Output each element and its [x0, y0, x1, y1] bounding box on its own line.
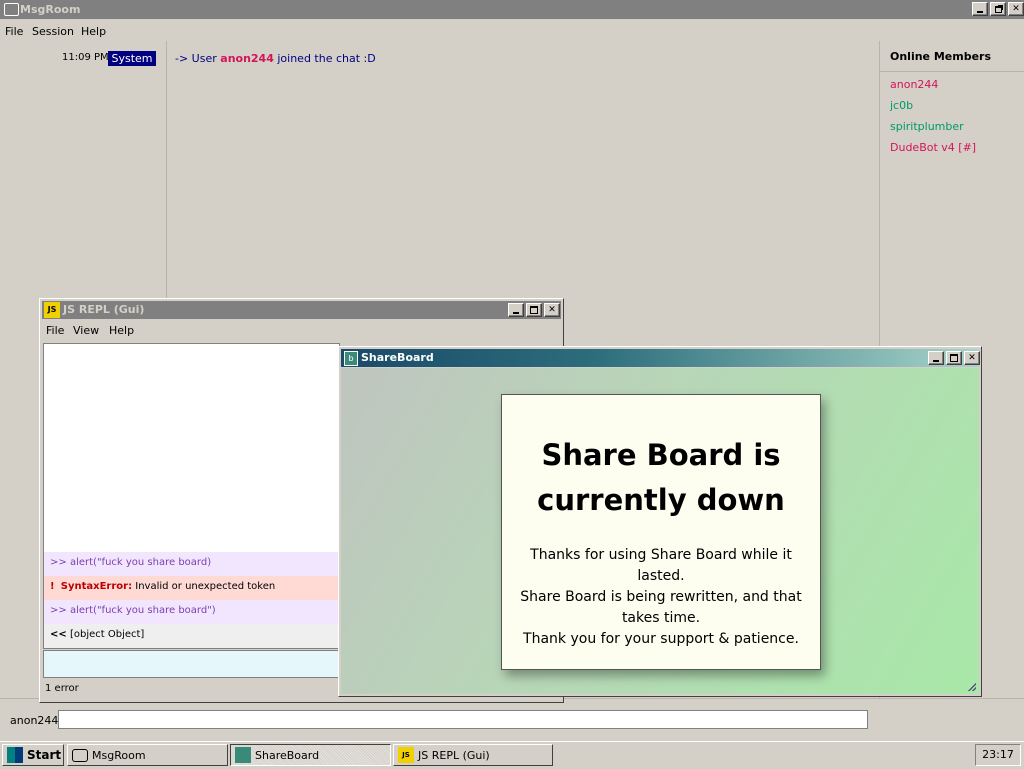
repl-title: JS REPL (Gui) — [63, 303, 145, 316]
repl-menubar: File View Help — [42, 319, 561, 341]
msgroom-titlebar[interactable]: MsgRoom — [0, 0, 1024, 19]
start-button[interactable]: Start — [2, 744, 64, 766]
shareboard-title: ShareBoard — [361, 351, 434, 364]
chat-icon — [4, 3, 19, 16]
input-text: alert("fuck you share board) — [69, 557, 212, 568]
taskbar-clock: 23:17 — [975, 744, 1021, 766]
menu-file[interactable]: File — [5, 25, 23, 38]
repl-maximize-button[interactable] — [526, 303, 542, 317]
output-marker: << — [50, 629, 67, 640]
member-item[interactable]: anon244 — [890, 78, 938, 91]
shareboard-titlebar[interactable]: b ShareBoard — [341, 349, 980, 367]
error-text: Invalid or unexpected token — [135, 581, 276, 592]
input-text: alert("fuck you share board") — [69, 605, 216, 616]
msgroom-menubar: File Session Help — [0, 20, 1024, 41]
repl-titlebar[interactable]: JS JS REPL (Gui) — [42, 301, 561, 319]
error-marker: ! — [50, 581, 55, 592]
message-line: Thanks for using Share Board while it la… — [530, 547, 792, 584]
message-suffix: joined the chat :D — [273, 52, 376, 65]
taskbar: Start MsgRoom ShareBoard JS JS REPL (Gui… — [0, 741, 1024, 769]
message-compose-bar: anon244 — [0, 698, 1024, 741]
repl-input-line: >> alert("fuck you share board) — [44, 552, 339, 576]
minimize-button[interactable] — [972, 2, 988, 16]
menu-help[interactable]: Help — [81, 25, 106, 38]
repl-minimize-button[interactable] — [508, 303, 524, 317]
msgroom-title: MsgRoom — [20, 3, 81, 16]
repl-menu-file[interactable]: File — [46, 324, 64, 337]
taskbar-js-repl[interactable]: JS JS REPL (Gui) — [393, 744, 553, 766]
message-line: Thank you for your support & patience. — [523, 631, 799, 647]
message-line: Share Board is being rewritten, and that… — [520, 589, 802, 626]
shareboard-icon: b — [344, 351, 358, 366]
resize-grip[interactable] — [968, 683, 976, 691]
chat-icon — [72, 748, 88, 762]
start-label: Start — [27, 748, 62, 762]
js-icon: JS — [398, 747, 414, 763]
close-button[interactable] — [1008, 2, 1024, 16]
taskbar-label: JS REPL (Gui) — [418, 748, 490, 762]
menu-session[interactable]: Session — [32, 25, 74, 38]
member-item[interactable]: jc0b — [890, 99, 913, 112]
members-divider — [880, 71, 1024, 72]
taskbar-label: MsgRoom — [92, 748, 146, 762]
repl-input-line: >> alert("fuck you share board") — [44, 600, 339, 624]
shareboard-message: Thanks for using Share Board while it la… — [516, 545, 806, 650]
repl-error-line: ! SyntaxError: Invalid or unexpected tok… — [44, 576, 339, 600]
compose-username: anon244 — [10, 714, 59, 727]
system-author-badge: System — [108, 51, 156, 66]
repl-menu-view[interactable]: View — [73, 324, 99, 337]
member-item[interactable]: spiritplumber — [890, 120, 964, 133]
shareboard-minimize-button[interactable] — [928, 351, 944, 365]
message-time: 11:09 PM — [62, 52, 109, 63]
message-user: anon244 — [220, 52, 274, 65]
start-icon — [7, 747, 23, 763]
shareboard-content: Share Board is currently down Thanks for… — [341, 368, 979, 694]
restore-button[interactable] — [990, 2, 1006, 16]
shareboard-window: b ShareBoard Share Board is currently do… — [338, 346, 982, 697]
input-marker: >> — [50, 557, 67, 568]
taskbar-shareboard[interactable]: ShareBoard — [230, 744, 391, 766]
member-item[interactable]: DudeBot v4 [#] — [890, 141, 976, 154]
members-heading: Online Members — [890, 50, 992, 63]
error-label: SyntaxError: — [60, 581, 133, 592]
system-message: -> User anon244 joined the chat :D — [175, 52, 376, 65]
repl-status: 1 error — [45, 683, 79, 694]
taskbar-msgroom[interactable]: MsgRoom — [67, 744, 228, 766]
input-marker: >> — [50, 605, 67, 616]
output-text: [object Object] — [69, 629, 145, 640]
taskbar-label: ShareBoard — [255, 748, 320, 762]
repl-menu-help[interactable]: Help — [109, 324, 134, 337]
repl-close-button[interactable] — [544, 303, 560, 317]
shareboard-notice-card: Share Board is currently down Thanks for… — [501, 394, 821, 670]
shareboard-icon — [235, 747, 251, 763]
shareboard-maximize-button[interactable] — [946, 351, 962, 365]
js-icon: JS — [44, 302, 60, 318]
message-prefix: -> User — [175, 52, 221, 65]
shareboard-heading: Share Board is currently down — [537, 438, 785, 517]
repl-output[interactable]: >> alert("fuck you share board) ! Syntax… — [43, 343, 340, 649]
message-input[interactable] — [58, 710, 868, 729]
shareboard-close-button[interactable] — [964, 351, 980, 365]
repl-code-input[interactable] — [43, 650, 340, 678]
repl-output-line: << [object Object] — [44, 624, 339, 648]
